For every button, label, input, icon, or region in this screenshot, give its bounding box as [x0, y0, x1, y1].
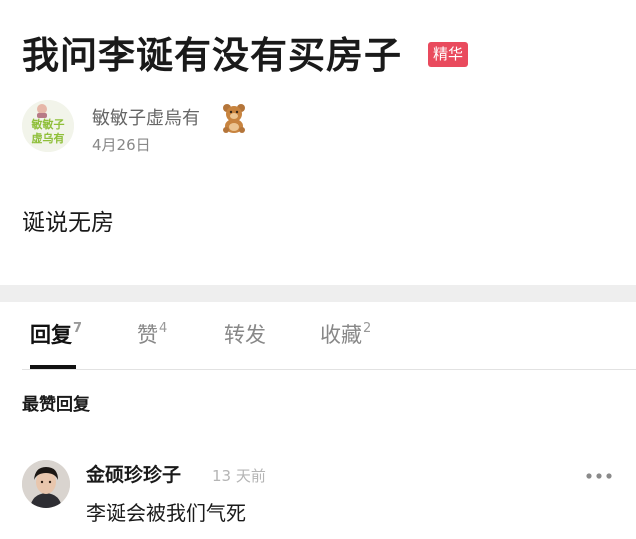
post-body: 诞说无房 [22, 210, 114, 236]
post-date: 4月26日 [92, 136, 151, 154]
post-title: 我问李诞有没有买房子 [22, 34, 402, 77]
tab-favorites-label: 收藏 [320, 323, 362, 347]
tab-likes[interactable]: 赞4 [137, 318, 167, 356]
avatar-text-line1: 敏敏子 [31, 117, 65, 131]
tab-likes-count: 4 [159, 321, 168, 336]
commenter-avatar-image [22, 460, 70, 508]
section-heading: 最赞回复 [22, 395, 90, 415]
avatar-text-line2: 虚乌有 [32, 131, 65, 145]
comment-time: 13 天前 [212, 467, 266, 485]
author-name[interactable]: 敏敏子虚烏有 [92, 106, 200, 132]
more-icon[interactable] [584, 470, 614, 482]
author-avatar[interactable]: 敏敏子 虚乌有 [22, 100, 74, 152]
tab-replies[interactable]: 回复7 [30, 318, 82, 356]
commenter-avatar[interactable] [22, 460, 70, 508]
tab-replies-count: 7 [73, 321, 83, 336]
tab-reposts[interactable]: 转发 [224, 318, 266, 352]
tab-favorites[interactable]: 收藏2 [320, 318, 371, 356]
teddy-bear-icon [223, 104, 245, 133]
section-separator [0, 285, 636, 302]
tabs-divider [22, 369, 636, 370]
tab-replies-label: 回复 [30, 323, 72, 347]
tab-reposts-label: 转发 [224, 323, 266, 347]
commenter-name[interactable]: 金硕珍珍子 [86, 461, 181, 489]
author-avatar-image: 敏敏子 虚乌有 [22, 100, 74, 152]
tab-likes-label: 赞 [137, 323, 158, 347]
featured-badge: 精华 [428, 42, 469, 67]
comment-text: 李诞会被我们气死 [86, 501, 246, 525]
tab-favorites-count: 2 [363, 321, 372, 336]
